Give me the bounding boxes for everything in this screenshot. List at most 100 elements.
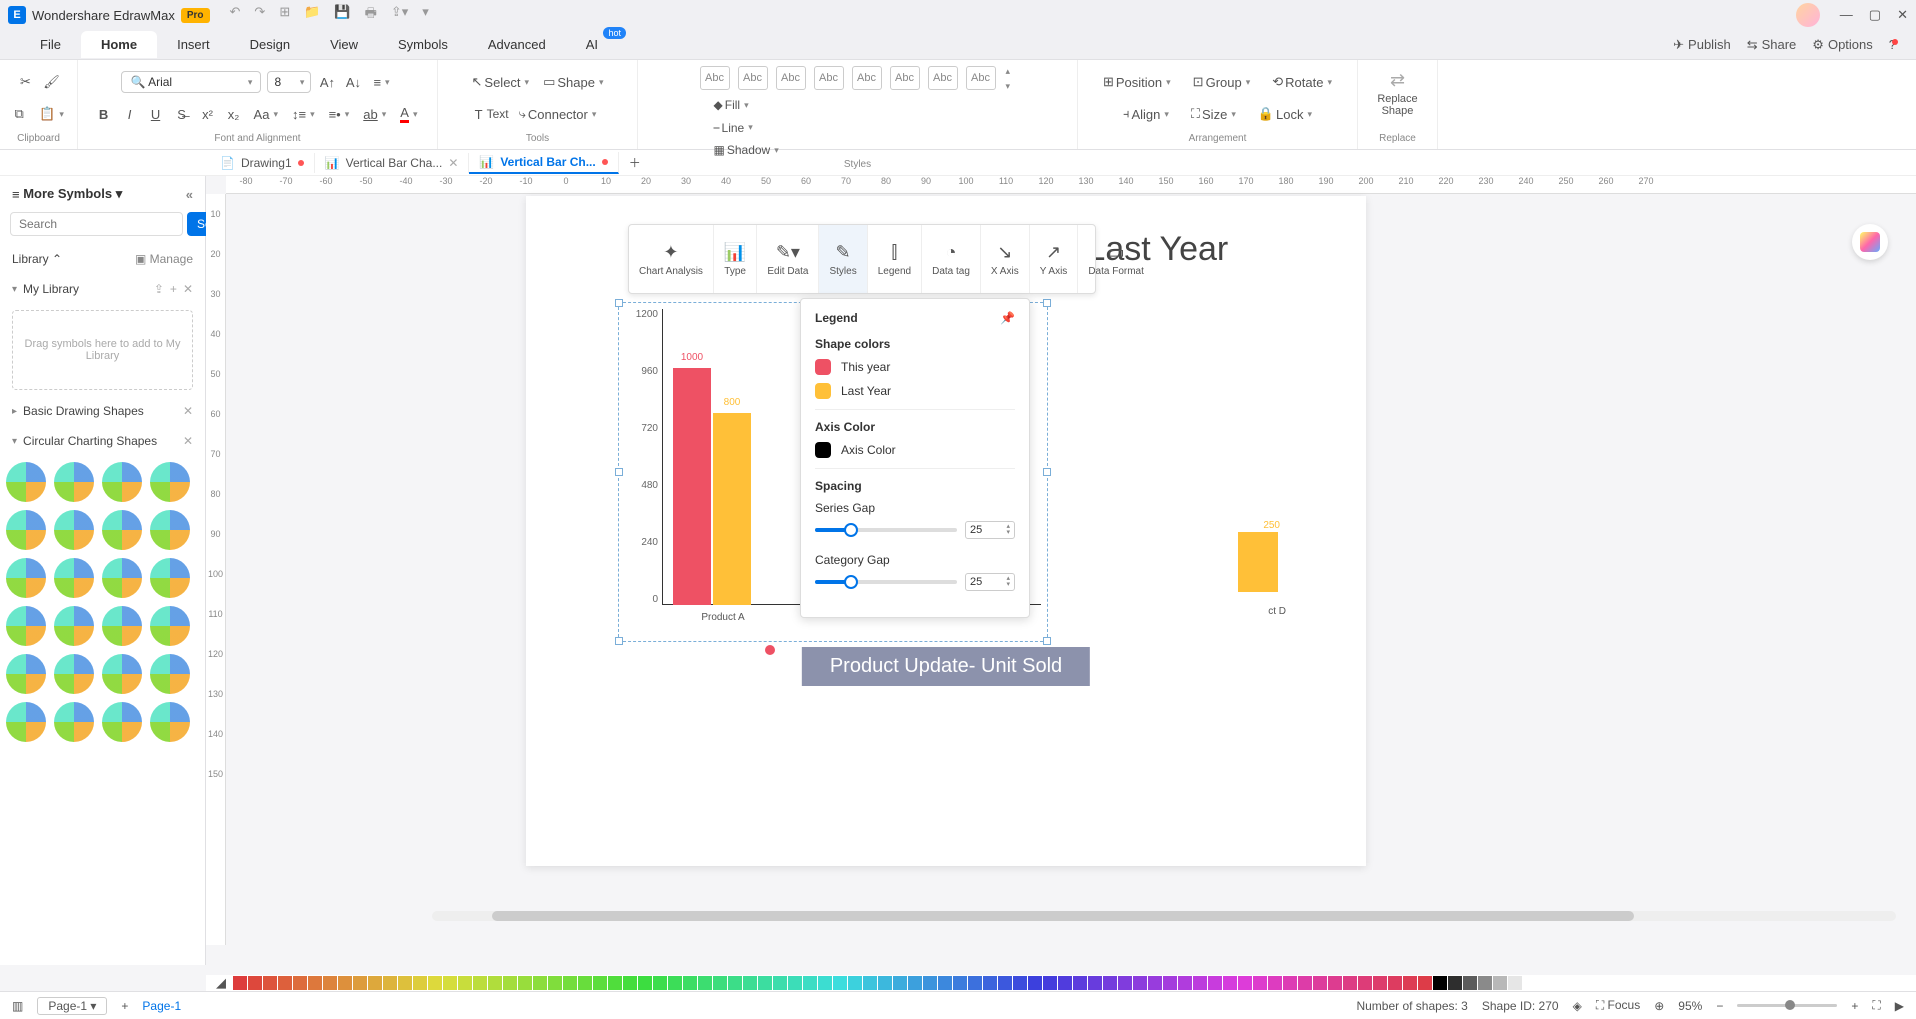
color-swatch[interactable] <box>878 976 892 990</box>
series-color-row[interactable]: This year <box>815 359 1015 375</box>
color-swatch[interactable] <box>248 976 262 990</box>
color-swatch[interactable] <box>833 976 847 990</box>
color-swatch[interactable] <box>488 976 502 990</box>
italic-icon[interactable]: I <box>120 104 140 124</box>
color-swatch[interactable] <box>698 976 712 990</box>
color-swatch[interactable] <box>1163 976 1177 990</box>
menu-design[interactable]: Design <box>230 31 310 58</box>
collapse-panel-icon[interactable]: « <box>186 187 193 202</box>
style-item[interactable]: Abc <box>738 66 768 90</box>
basic-shapes-section[interactable]: Basic Drawing Shapes✕ <box>0 396 205 426</box>
color-swatch[interactable] <box>1373 976 1387 990</box>
color-swatch[interactable] <box>578 976 592 990</box>
chart-legend-button[interactable]: ⫿Legend <box>868 225 922 293</box>
doc-tab-3[interactable]: 📊 Vertical Bar Ch... <box>469 152 618 174</box>
circular-shape-item[interactable] <box>6 558 46 598</box>
manage-button[interactable]: ▣ Manage <box>135 252 193 266</box>
new-icon[interactable]: ⊞ <box>279 4 290 26</box>
doc-tab-1[interactable]: 📄 Drawing1 <box>210 153 315 173</box>
color-swatch[interactable] <box>338 976 352 990</box>
more-symbols-dropdown[interactable]: More Symbols ▾ <box>23 186 122 202</box>
color-swatch[interactable] <box>743 976 757 990</box>
style-item[interactable]: Abc <box>700 66 730 90</box>
color-swatch[interactable] <box>653 976 667 990</box>
circular-shape-item[interactable] <box>150 654 190 694</box>
circular-shape-item[interactable] <box>150 510 190 550</box>
color-swatch[interactable] <box>983 976 997 990</box>
color-swatch[interactable] <box>1358 976 1372 990</box>
x-axis-button[interactable]: ↘X Axis <box>981 225 1030 293</box>
maximize-icon[interactable]: ▢ <box>1869 7 1881 23</box>
circular-shape-item[interactable] <box>6 510 46 550</box>
color-swatch[interactable] <box>1178 976 1192 990</box>
color-swatch-last-year[interactable] <box>815 383 831 399</box>
color-swatch[interactable] <box>863 976 877 990</box>
group-dropdown[interactable]: ⊡ Group <box>1189 72 1255 92</box>
shadow-dropdown[interactable]: ▦ Shadow <box>710 141 783 159</box>
color-swatch[interactable] <box>323 976 337 990</box>
add-page-button[interactable]: + <box>121 999 128 1013</box>
styles-up-icon[interactable]: ▴ <box>1006 66 1011 77</box>
color-swatch[interactable] <box>728 976 742 990</box>
doc-tab-2[interactable]: 📊 Vertical Bar Cha... ✕ <box>315 153 470 173</box>
series-gap-input[interactable]: 25▴▾ <box>965 521 1015 539</box>
style-item[interactable]: Abc <box>814 66 844 90</box>
font-size-select[interactable]: 8▾ <box>267 71 311 93</box>
color-swatch[interactable] <box>713 976 727 990</box>
pin-icon[interactable]: 📌 <box>1000 311 1015 325</box>
menu-home[interactable]: Home <box>81 31 157 58</box>
color-swatch-this-year[interactable] <box>815 359 831 375</box>
library-dropdown[interactable]: Library ⌃ <box>12 252 62 266</box>
options-button[interactable]: ⚙ Options <box>1812 37 1872 53</box>
circular-shape-item[interactable] <box>6 654 46 694</box>
color-swatch[interactable] <box>1193 976 1207 990</box>
circular-shape-item[interactable] <box>150 606 190 646</box>
color-swatch[interactable] <box>263 976 277 990</box>
color-swatch[interactable] <box>458 976 472 990</box>
symbols-menu-icon[interactable]: ≡ <box>12 187 20 202</box>
category-gap-slider[interactable] <box>815 580 957 584</box>
color-swatch[interactable] <box>773 976 787 990</box>
color-swatch[interactable] <box>623 976 637 990</box>
line-spacing-dropdown[interactable]: ↕≡ <box>288 105 319 124</box>
color-swatch[interactable] <box>638 976 652 990</box>
menu-view[interactable]: View <box>310 31 378 58</box>
color-swatch[interactable] <box>563 976 577 990</box>
circular-shapes-section[interactable]: Circular Charting Shapes✕ <box>0 426 205 456</box>
save-icon[interactable]: 💾 <box>334 4 350 26</box>
color-swatch[interactable] <box>848 976 862 990</box>
axis-color-row[interactable]: Axis Color <box>815 442 1015 458</box>
color-swatch[interactable] <box>278 976 292 990</box>
y-axis-button[interactable]: ↗Y Axis <box>1030 225 1079 293</box>
print-icon[interactable]: 🖶 <box>365 4 377 26</box>
color-swatch[interactable] <box>1148 976 1162 990</box>
style-item[interactable]: Abc <box>966 66 996 90</box>
color-swatch[interactable] <box>1118 976 1132 990</box>
circular-shape-item[interactable] <box>102 510 142 550</box>
style-item[interactable]: Abc <box>890 66 920 90</box>
color-swatch-axis[interactable] <box>815 442 831 458</box>
color-swatch[interactable] <box>308 976 322 990</box>
color-swatch[interactable] <box>938 976 952 990</box>
color-swatch[interactable] <box>1013 976 1027 990</box>
color-swatch[interactable] <box>1388 976 1402 990</box>
text-align-dropdown[interactable]: ≡ <box>369 73 393 92</box>
share-button[interactable]: ⇆ Share <box>1747 37 1797 53</box>
minimize-icon[interactable]: — <box>1840 7 1853 23</box>
color-swatch[interactable] <box>1028 976 1042 990</box>
circular-shape-item[interactable] <box>150 558 190 598</box>
edit-data-button[interactable]: ✎▾Edit Data <box>757 225 819 293</box>
underline-icon[interactable]: U <box>146 104 166 124</box>
data-tag-button[interactable]: ◔Data tag <box>922 225 981 293</box>
color-swatch[interactable] <box>818 976 832 990</box>
color-swatch[interactable] <box>1328 976 1342 990</box>
color-swatch[interactable] <box>1403 976 1417 990</box>
style-item[interactable]: Abc <box>852 66 882 90</box>
category-gap-input[interactable]: 25▴▾ <box>965 573 1015 591</box>
select-tool[interactable]: ↖ Select <box>468 72 534 92</box>
my-library-section[interactable]: My Library ⇪ + ✕ <box>0 274 205 304</box>
color-swatch[interactable] <box>668 976 682 990</box>
ai-assistant-button[interactable] <box>1852 224 1888 260</box>
strikethrough-icon[interactable]: S̶ <box>172 104 192 124</box>
fullscreen-icon[interactable]: ⛶ <box>1872 998 1880 1013</box>
